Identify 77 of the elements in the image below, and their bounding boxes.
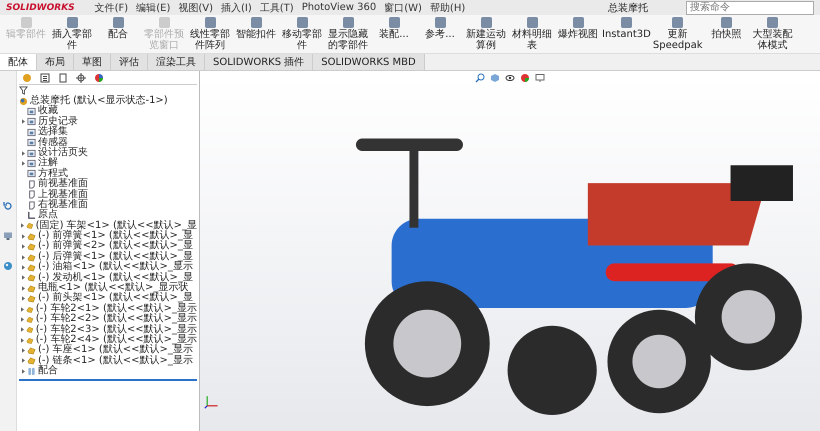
crosshair-icon[interactable] <box>73 73 89 83</box>
expand-arrow-icon[interactable] <box>22 234 24 239</box>
ribbon-button[interactable]: 插入零部件 <box>50 17 94 51</box>
tree-item-label[interactable]: (-) 车轮2<2> (默认<<默认>_显示 <box>36 314 197 325</box>
tree-item-label[interactable]: (-) 链条<1> (默认<<默认>_显示 <box>38 356 193 366</box>
expand-arrow-icon[interactable] <box>22 161 24 166</box>
menu-item[interactable]: 工具(T) <box>260 0 294 14</box>
tree-item-label[interactable]: (-) 车座<1> (默认<<默认>_显示 <box>38 345 193 356</box>
ribbon-tab[interactable]: SOLIDWORKS 插件 <box>205 54 314 70</box>
ribbon-button[interactable]: 爆炸视图 <box>556 17 600 40</box>
expand-arrow-icon[interactable] <box>22 119 24 124</box>
ribbon-button[interactable]: 拍快照 <box>704 17 748 40</box>
tree-item-label[interactable]: 前视基准面 <box>38 179 88 190</box>
menu-item[interactable]: 窗口(W) <box>384 0 422 14</box>
menu-item[interactable]: 编辑(E) <box>136 0 170 14</box>
expand-arrow-icon[interactable] <box>22 275 24 280</box>
ribbon-tab[interactable]: 配体 <box>0 54 37 70</box>
expand-arrow-icon[interactable] <box>20 223 24 228</box>
expand-arrow-icon[interactable] <box>22 150 24 156</box>
expand-arrow-icon[interactable] <box>22 358 24 364</box>
menu-item[interactable]: PhotoView 360 <box>302 2 376 13</box>
ribbon-button[interactable]: 显示隐藏的零部件 <box>326 17 370 51</box>
axis-triad-icon <box>204 393 220 409</box>
ribbon-button[interactable]: 移动零部件 <box>280 17 324 51</box>
expand-arrow-icon[interactable] <box>20 306 24 312</box>
menu-item[interactable]: 帮助(H) <box>430 0 466 14</box>
menu-item[interactable]: 文件(F) <box>94 0 128 14</box>
ribbon-button[interactable]: 参考... <box>418 17 462 40</box>
tree-item-label[interactable]: (-) 前弹簧<2> (默认<<默认>_显 <box>38 241 193 252</box>
filter-icon[interactable] <box>19 86 28 95</box>
palette-icon[interactable] <box>3 261 13 271</box>
expand-arrow-icon[interactable] <box>22 254 24 260</box>
menu-item[interactable]: 视图(V) <box>178 0 213 14</box>
expand-arrow-icon[interactable] <box>22 264 24 270</box>
tree-item-label[interactable]: (-) 车轮2<3> (默认<<默认>_显示 <box>36 324 197 335</box>
ribbon-button[interactable]: 大型装配体模式 <box>750 17 794 51</box>
ribbon-button[interactable]: 装配... <box>372 17 416 40</box>
ribbon-button[interactable]: 更新Speedpak <box>652 17 702 51</box>
expand-arrow-icon[interactable] <box>22 368 24 374</box>
tree-item-label[interactable]: 上视基准面 <box>38 190 88 200</box>
ribbon-button[interactable]: 配合 <box>96 17 140 40</box>
ribbon-tab[interactable]: 布局 <box>37 54 74 70</box>
monitor-icon[interactable] <box>3 231 13 241</box>
expand-arrow-icon[interactable] <box>22 244 24 250</box>
expand-arrow-icon[interactable] <box>22 296 24 302</box>
tree-item-label[interactable]: 配合 <box>38 366 58 377</box>
ribbon-tab[interactable]: 评估 <box>111 54 148 70</box>
assembly-icon <box>19 96 28 106</box>
zoom-icon[interactable] <box>475 73 485 83</box>
window-title: 总装摩托 <box>608 2 648 14</box>
expand-arrow-icon[interactable] <box>20 327 24 332</box>
ribbon-tab[interactable]: 渲染工具 <box>148 54 205 70</box>
app-logo: SOLIDWORKS <box>6 2 75 12</box>
ribbon-button[interactable]: 新建运动算例 <box>464 17 508 51</box>
ribbon-button[interactable]: Instant3D <box>602 17 651 40</box>
tree-item-label[interactable]: 收藏 <box>38 106 58 117</box>
expand-arrow-icon[interactable] <box>20 316 24 322</box>
ribbon-tab[interactable]: 草图 <box>74 54 111 70</box>
ribbon-button[interactable]: 材料明细表 <box>510 17 554 51</box>
monitor-icon[interactable] <box>535 73 545 83</box>
color-ball-icon[interactable] <box>520 73 530 83</box>
menu-item[interactable]: 插入(I) <box>221 0 252 14</box>
search-field[interactable]: 搜索命令 <box>686 0 814 14</box>
expand-arrow-icon[interactable] <box>22 286 24 291</box>
eye-icon[interactable] <box>505 73 515 83</box>
ribbon-button[interactable]: 智能扣件 <box>234 17 278 40</box>
tree-item-label[interactable]: (-) 油箱<1> (默认<<默认>_显示 <box>38 262 193 273</box>
tree-item-label[interactable]: 传感器 <box>38 138 68 148</box>
ribbon-button[interactable]: 线性零部件阵列 <box>188 17 232 51</box>
tree-item-label[interactable]: 选择集 <box>38 127 68 138</box>
tree-item-label[interactable]: 注解 <box>38 158 58 169</box>
tree-item-label[interactable]: (-) 前头架<1> (默认<<默认>_显 <box>38 293 193 304</box>
ribbon-tab[interactable]: SOLIDWORKS MBD <box>313 54 425 70</box>
rotate-icon[interactable] <box>3 201 13 211</box>
expand-arrow-icon[interactable] <box>22 348 24 354</box>
expand-arrow-icon[interactable] <box>20 338 24 343</box>
tree-item-label[interactable]: 原点 <box>38 210 58 221</box>
